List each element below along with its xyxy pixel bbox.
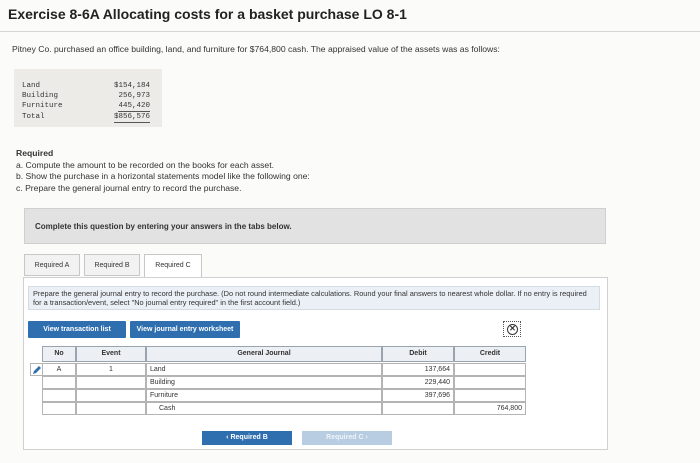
col-header-no: No: [42, 346, 76, 362]
page-title: Exercise 8-6A Allocating costs for a bas…: [8, 6, 407, 22]
close-icon: ✕: [507, 324, 518, 335]
asset-row-total: Total $856,576: [14, 112, 162, 123]
journal-cell-no: A: [42, 363, 76, 376]
journal-cell-account[interactable]: Land: [146, 363, 382, 376]
journal-cell-debit[interactable]: 397,696: [382, 389, 454, 402]
asset-row-furniture: Furniture 445,420: [14, 101, 162, 112]
view-transaction-list-button[interactable]: View transaction list: [28, 321, 126, 338]
chevron-right-icon: ›: [365, 434, 368, 441]
journal-cell-credit[interactable]: [454, 363, 526, 376]
journal-cell-event: [76, 389, 146, 402]
title-divider: [0, 31, 700, 32]
required-item-a: a. Compute the amount to be recorded on …: [16, 159, 274, 170]
intro-text: Pitney Co. purchased an office building,…: [12, 44, 500, 54]
col-header-account: General Journal: [146, 346, 382, 362]
asset-value: $856,576: [113, 113, 150, 123]
col-header-event: Event: [76, 346, 146, 362]
journal-cell-event: [76, 402, 146, 415]
next-tab-label: Required C: [326, 434, 364, 441]
journal-cell-credit[interactable]: 764,800: [454, 402, 526, 415]
journal-cell-no: [42, 376, 76, 389]
asset-row-building: Building 256,973: [14, 91, 162, 101]
journal-cell-account[interactable]: Furniture: [146, 389, 382, 402]
journal-cell-account[interactable]: Cash: [146, 402, 382, 415]
prev-tab-button[interactable]: ‹ Required B: [202, 431, 292, 445]
tab-required-c[interactable]: Required C: [144, 254, 202, 278]
asset-value: 445,420: [118, 102, 150, 112]
tab-required-b[interactable]: Required B: [84, 254, 140, 276]
next-tab-button[interactable]: Required C ›: [302, 431, 392, 445]
instruction-bar: Complete this question by entering your …: [24, 208, 606, 244]
asset-value: 256,973: [118, 92, 150, 100]
prev-tab-label: Required B: [230, 434, 268, 441]
appraised-values-table: Land $154,184 Building 256,973 Furniture…: [14, 69, 162, 127]
journal-cell-no: [42, 402, 76, 415]
asset-label: Building: [22, 92, 59, 100]
required-item-c: c. Prepare the general journal entry to …: [16, 182, 242, 193]
col-header-credit: Credit: [454, 346, 526, 362]
asset-value: $154,184: [113, 82, 150, 90]
journal-cell-event: [76, 376, 146, 389]
asset-label: Total: [22, 113, 45, 121]
asset-label: Land: [22, 82, 41, 90]
journal-cell-account[interactable]: Building: [146, 376, 382, 389]
journal-cell-event: 1: [76, 363, 146, 376]
journal-cell-debit[interactable]: [382, 402, 454, 415]
required-list: Required a. Compute the amount to be rec…: [16, 148, 310, 194]
journal-cell-debit[interactable]: 229,440: [382, 376, 454, 389]
instruction-text: Complete this question by entering your …: [35, 222, 292, 231]
journal-cell-debit[interactable]: 137,664: [382, 363, 454, 376]
view-journal-worksheet-button[interactable]: View journal entry worksheet: [130, 321, 240, 338]
journal-cell-no: [42, 389, 76, 402]
chevron-left-icon: ‹: [226, 434, 229, 441]
required-heading: Required: [16, 148, 54, 158]
panel-instruction: Prepare the general journal entry to rec…: [28, 286, 600, 310]
clear-entries-button[interactable]: ✕: [503, 321, 521, 337]
journal-cell-credit[interactable]: [454, 389, 526, 402]
tab-required-a[interactable]: Required A: [24, 254, 80, 276]
asset-row-land: Land $154,184: [14, 81, 162, 91]
required-item-b: b. Show the purchase in a horizontal sta…: [16, 171, 310, 181]
asset-label: Furniture: [22, 102, 63, 110]
journal-cell-credit[interactable]: [454, 376, 526, 389]
col-header-debit: Debit: [382, 346, 454, 362]
